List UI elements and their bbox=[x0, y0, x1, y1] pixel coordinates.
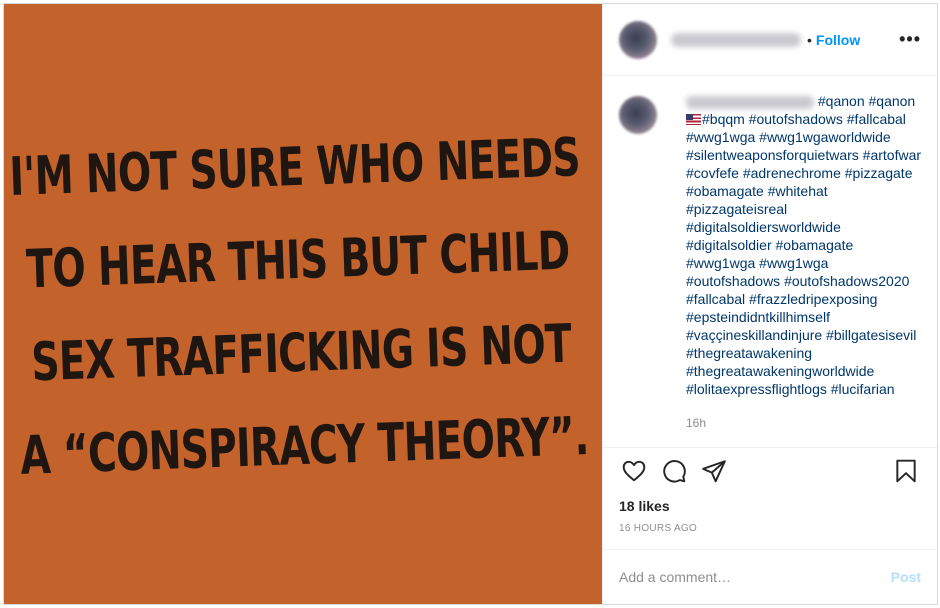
more-options-icon[interactable]: ••• bbox=[899, 29, 921, 50]
caption: #qanon #qanon #bqqm #outofshadows #fallc… bbox=[619, 92, 921, 398]
us-flag-icon bbox=[686, 114, 701, 125]
avatar[interactable] bbox=[619, 20, 657, 59]
post-sidebar: • Follow ••• #qanon #qanon #bqqm #outofs… bbox=[602, 4, 937, 604]
instagram-post: I'm not sure who needs to hear this but … bbox=[3, 3, 938, 605]
separator-dot: • bbox=[807, 31, 812, 48]
username-blurred[interactable] bbox=[671, 32, 801, 47]
share-icon[interactable] bbox=[697, 454, 731, 488]
caption-avatar[interactable] bbox=[619, 96, 657, 134]
quote-line: a “conspiracy theory”. bbox=[19, 406, 590, 487]
likes-count[interactable]: 18 likes bbox=[603, 495, 937, 517]
caption-area: #qanon #qanon #bqqm #outofshadows #fallc… bbox=[603, 76, 937, 447]
post-header: • Follow ••• bbox=[603, 4, 937, 76]
quote-text: I'm not sure who needs to hear this but … bbox=[0, 108, 692, 507]
comment-icon[interactable] bbox=[657, 454, 691, 488]
post-comment-button[interactable]: Post bbox=[891, 569, 921, 585]
caption-username-blurred[interactable] bbox=[686, 95, 814, 109]
caption-timestamp[interactable]: 16h bbox=[686, 416, 921, 430]
post-image[interactable]: I'm not sure who needs to hear this but … bbox=[4, 4, 602, 604]
follow-button[interactable]: Follow bbox=[816, 32, 860, 48]
post-timestamp[interactable]: 16 HOURS AGO bbox=[603, 517, 937, 541]
comment-input[interactable] bbox=[619, 569, 891, 585]
caption-body: #qanon #qanon #bqqm #outofshadows #fallc… bbox=[686, 92, 921, 398]
comment-box: Post bbox=[603, 549, 937, 604]
hashtags-first[interactable]: #qanon #qanon bbox=[818, 93, 915, 109]
hashtags[interactable]: #bqqm #outofshadows #fallcabal #wwg1wga … bbox=[686, 111, 921, 397]
action-bar bbox=[603, 447, 937, 493]
heart-icon[interactable] bbox=[617, 454, 651, 488]
bookmark-icon[interactable] bbox=[889, 454, 923, 488]
